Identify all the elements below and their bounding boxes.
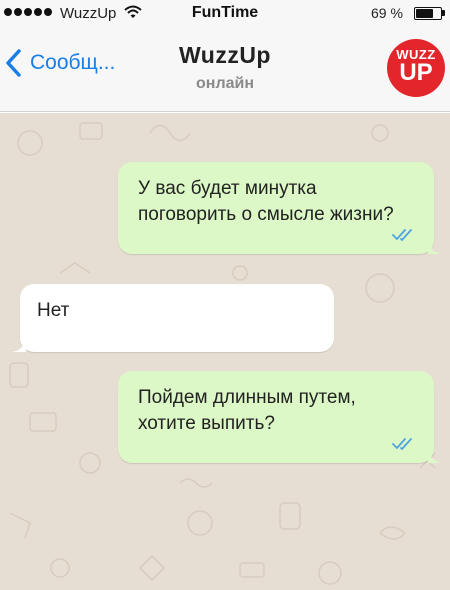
signal-strength-icon [4, 8, 52, 16]
bubble-tail [428, 449, 442, 463]
message-text: Нет [37, 300, 70, 321]
carrier-name: WuzzUp [60, 5, 117, 22]
battery-tip [442, 10, 445, 16]
wifi-icon [124, 5, 142, 18]
bubble-tail [428, 240, 442, 254]
battery-percent: 69 % [371, 5, 403, 21]
message-bubble-outgoing[interactable]: У вас будет минутка поговорить о смысле … [118, 162, 442, 254]
chat-status: онлайн [196, 75, 254, 92]
read-checkmarks-icon [392, 229, 412, 241]
chat-title: WuzzUp [178, 42, 271, 68]
chat-area[interactable]: У вас будет минутка поговорить о смысле … [0, 113, 450, 590]
battery-level [416, 9, 433, 18]
message-text: У вас будет минутка поговорить о смысле … [138, 178, 394, 225]
status-bar: WuzzUp FunTime 69 % [0, 0, 450, 28]
avatar-text-bottom: UP [399, 59, 433, 86]
message-bubble-incoming[interactable]: Нет [12, 284, 334, 352]
avatar[interactable]: WUZZ UP [387, 39, 445, 97]
message-bubble-outgoing[interactable]: Пойдем длинным путем, хотите выпить? [118, 371, 442, 463]
chat-header: Сообщ... WuzzUp онлайн WUZZ UP [0, 28, 450, 112]
battery-icon [414, 7, 442, 20]
message-text: Пойдем длинным путем, хотите выпить? [138, 387, 356, 434]
bubble-tail [12, 338, 26, 352]
read-checkmarks-icon [392, 438, 412, 450]
